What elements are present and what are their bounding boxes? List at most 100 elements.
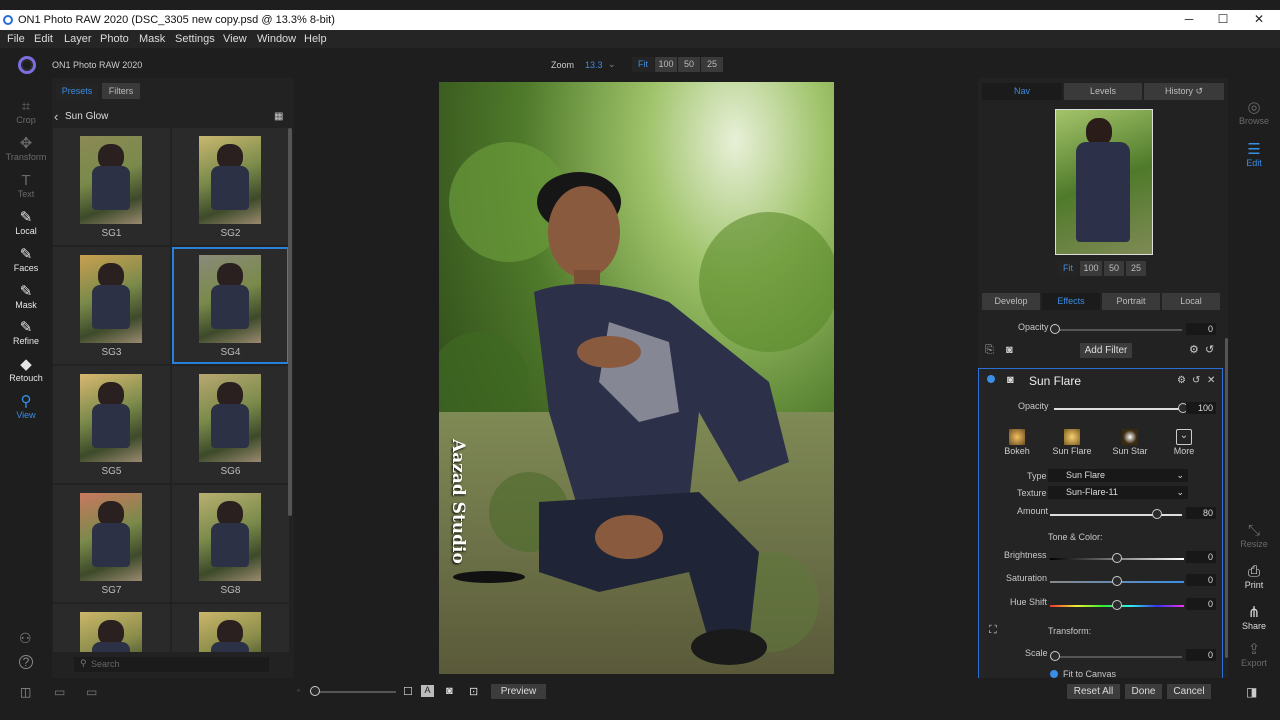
layer-opacity-slider[interactable] [1054,329,1182,331]
zoom-value[interactable]: 13.3 [585,60,603,70]
reset-icon[interactable]: ↺ [1192,375,1200,386]
menu-help[interactable]: Help [304,33,327,45]
user-icon[interactable]: ⚇ [19,630,32,647]
filter-mask-icon[interactable]: ◙ [1007,374,1014,386]
grid-view-icon[interactable]: ▦ [274,111,283,122]
preset-thumb-partial[interactable] [53,604,170,652]
tool-text[interactable]: T Text [0,172,52,199]
tab-history[interactable]: History ↺ [1144,83,1224,100]
nav-zoom-50[interactable]: 50 [1104,261,1124,276]
zoom-25-button[interactable]: 25 [701,57,723,72]
scale-slider[interactable] [1054,656,1182,658]
preset-thumb-sg6[interactable]: SG6 [172,366,289,483]
tab-presets[interactable]: Presets [56,83,98,99]
help-icon[interactable]: ? [19,655,33,669]
tool-faces[interactable]: ✎ Faces [0,246,52,273]
tool-refine[interactable]: ✎ Refine [0,319,52,346]
thumb-size-slider[interactable] [310,691,396,693]
tool-mask[interactable]: ✎ Mask [0,283,52,310]
menu-layer[interactable]: Layer [64,33,92,45]
right-panel-scrollbar[interactable] [1225,338,1228,658]
maximize-button[interactable]: ☐ [1208,12,1238,28]
module-export[interactable]: ⇪ Export [1232,640,1276,668]
module-browse[interactable]: ◎ Browse [1232,98,1276,126]
tool-transform[interactable]: ✥ Transform [0,135,52,162]
preset-thumb-sg8[interactable]: SG8 [172,485,289,602]
menu-edit[interactable]: Edit [34,33,53,45]
preset-thumb-sg2[interactable]: SG2 [172,128,289,245]
transform-icon[interactable]: ⛶ [989,624,997,637]
fit-canvas-radio[interactable] [1050,670,1058,678]
tool-view[interactable]: ⚲ View [0,393,52,420]
layer-add-icon[interactable]: ⎘ [985,344,994,357]
preset-thumb-sg4[interactable]: SG4 [172,247,289,364]
saturation-knob[interactable] [1112,576,1122,586]
filter-opacity-value[interactable]: 100 [1186,402,1216,414]
tool-crop[interactable]: ⌗ Crop [0,98,52,125]
gear-icon[interactable]: ⚙ [1189,343,1199,356]
amount-knob[interactable] [1151,509,1162,519]
preset-thumb-partial[interactable] [172,604,289,652]
back-chevron-icon[interactable]: ‹ [54,109,58,124]
zoom-fit-button[interactable]: Fit [632,57,654,72]
tab-effects[interactable]: Effects [1042,293,1100,310]
chevron-down-icon[interactable]: ⌄ [608,59,616,70]
preset-scrollbar[interactable] [288,128,292,516]
compare-icon[interactable]: ▭ [86,685,97,699]
filter-preset-bokeh[interactable]: Bokeh [1002,429,1032,457]
nav-zoom-fit[interactable]: Fit [1058,261,1078,276]
menu-settings[interactable]: Settings [175,33,215,45]
close-icon[interactable]: ✕ [1207,375,1215,386]
hue-shift-knob[interactable] [1112,600,1122,610]
texture-select[interactable]: Sun-Flare-11 ⌄ [1048,486,1188,499]
amount-value[interactable]: 80 [1186,507,1216,519]
menu-view[interactable]: View [223,33,247,45]
amount-slider[interactable] [1050,514,1182,516]
brightness-knob[interactable] [1112,553,1122,563]
nav-zoom-100[interactable]: 100 [1080,261,1102,276]
type-select[interactable]: Sun Flare ⌄ [1048,469,1188,482]
mask-visibility-icon[interactable]: ◙ [1006,344,1013,356]
brush-overlay-icon[interactable]: ⊡ [469,685,478,698]
done-button[interactable]: Done [1125,684,1162,699]
layer-opacity-value[interactable]: 0 [1186,323,1216,335]
scale-value[interactable]: 0 [1186,649,1216,661]
circle-mask-icon[interactable]: ◙ [446,685,453,697]
filter-enabled-dot[interactable] [987,375,995,383]
preset-thumb-sg1[interactable]: SG1 [53,128,170,245]
thumb-size-knob[interactable] [310,686,320,696]
reset-all-button[interactable]: Reset All [1067,684,1120,699]
filter-preset-sun-star[interactable]: Sun Star [1110,429,1150,457]
tab-develop[interactable]: Develop [982,293,1040,310]
preview-button[interactable]: Preview [491,684,546,699]
module-resize[interactable]: ⤡ Resize [1232,522,1276,549]
menu-file[interactable]: File [7,33,25,45]
saturation-value[interactable]: 0 [1186,574,1216,586]
mask-overlay-icon[interactable]: ☐ [403,685,413,698]
preset-thumb-sg7[interactable]: SG7 [53,485,170,602]
filmstrip-icon[interactable]: ▭ [54,685,65,699]
tab-filters[interactable]: Filters [102,83,140,99]
zoom-50-button[interactable]: 50 [678,57,700,72]
gear-icon[interactable]: ⚙ [1177,375,1186,386]
tab-portrait[interactable]: Portrait [1102,293,1160,310]
module-edit[interactable]: ☰ Edit [1232,140,1276,168]
auto-icon[interactable]: A [421,685,434,697]
tool-local[interactable]: ✎ Local [0,209,52,236]
add-filter-button[interactable]: Add Filter [1080,343,1132,358]
layer-opacity-knob[interactable] [1050,324,1060,334]
menu-photo[interactable]: Photo [100,33,129,45]
tab-nav[interactable]: Nav [982,83,1062,100]
minimize-button[interactable]: ─ [1174,12,1204,28]
preset-search-field[interactable]: ⚲ Search [74,657,269,672]
tool-retouch[interactable]: ◆ Retouch [0,356,52,383]
navigator-thumbnail[interactable] [1055,109,1153,255]
nav-zoom-25[interactable]: 25 [1126,261,1146,276]
tab-local[interactable]: Local [1162,293,1220,310]
menu-window[interactable]: Window [257,33,296,45]
brightness-value[interactable]: 0 [1186,551,1216,563]
zoom-100-button[interactable]: 100 [655,57,677,72]
hue-shift-value[interactable]: 0 [1186,598,1216,610]
cancel-button[interactable]: Cancel [1167,684,1211,699]
module-print[interactable]: ⎙ Print [1232,563,1276,590]
